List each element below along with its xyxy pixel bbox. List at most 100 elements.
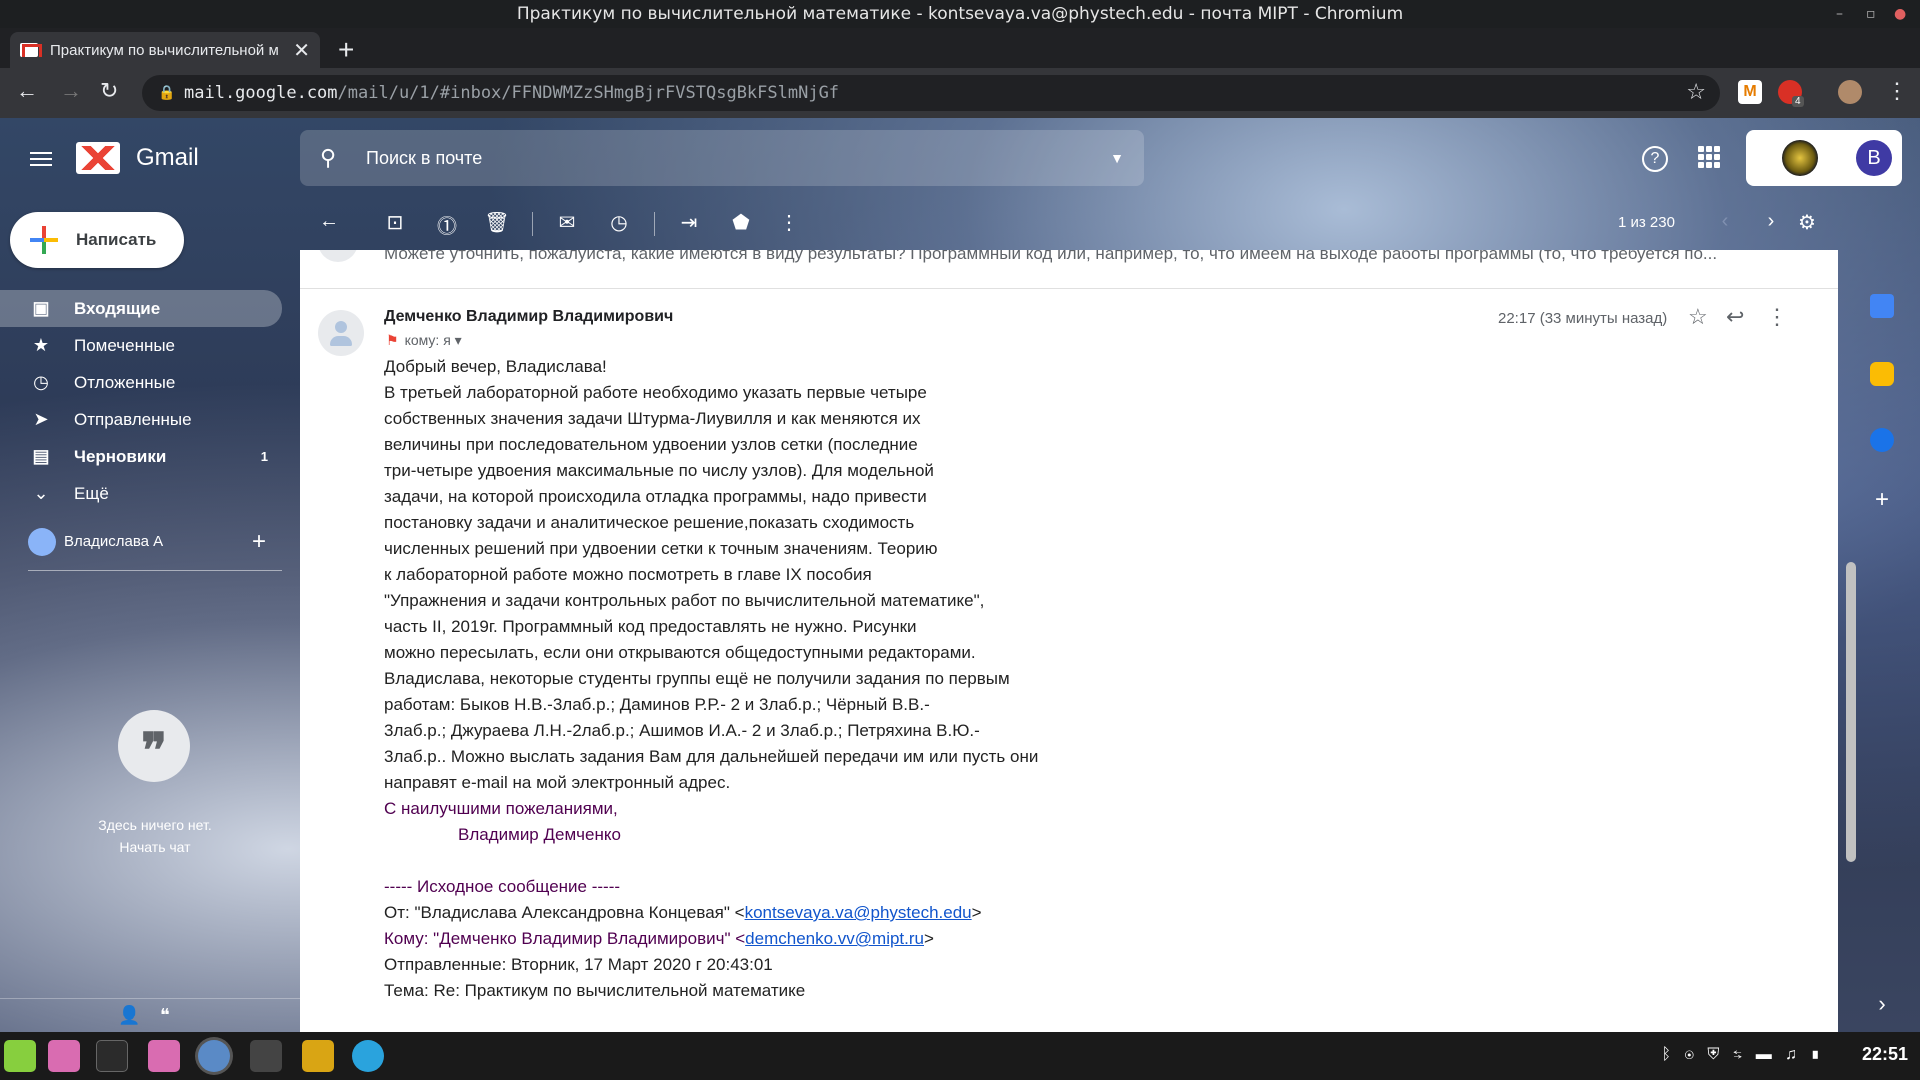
sidebar-item-starred[interactable]: ★ Помеченные bbox=[0, 327, 282, 364]
label-icon[interactable]: ⬟ bbox=[728, 210, 754, 235]
google-apps-icon[interactable] bbox=[1698, 146, 1720, 168]
discord-icon[interactable]: ◉ bbox=[1684, 1046, 1694, 1063]
gmail-wordmark[interactable]: Gmail bbox=[136, 144, 199, 172]
move-to-icon[interactable]: ⇥ bbox=[676, 210, 702, 235]
sidebar-item-sent[interactable]: ➤ Отправленные bbox=[0, 401, 282, 438]
settings-gear-icon[interactable]: ⚙ bbox=[1794, 210, 1820, 235]
body-line: постановку задачи и аналитическое решени… bbox=[384, 513, 915, 532]
drafts-count: 1 bbox=[260, 449, 268, 464]
main-menu-icon[interactable] bbox=[30, 148, 52, 170]
reply-icon[interactable]: ↩ bbox=[1726, 304, 1744, 330]
keep-icon[interactable] bbox=[1870, 362, 1894, 386]
chevron-down-icon[interactable]: ▾ bbox=[455, 332, 462, 348]
compose-button[interactable]: Написать bbox=[10, 212, 184, 268]
add-addon-icon[interactable]: + bbox=[1870, 488, 1894, 512]
recipient-line[interactable]: ⚑ кому: я ▾ bbox=[386, 332, 462, 349]
url-path: /mail/u/1/#inbox/FFNDWMZzSHmgBjrFVSTQsgB… bbox=[337, 83, 840, 103]
sidebar-item-label: Черновики bbox=[74, 447, 167, 466]
telegram-icon[interactable] bbox=[352, 1040, 384, 1072]
sidebar-item-snoozed[interactable]: ◷ Отложенные bbox=[0, 364, 282, 401]
account-avatar[interactable]: В bbox=[1856, 140, 1892, 176]
calendar-icon[interactable] bbox=[1870, 294, 1894, 318]
from-email-link[interactable]: kontsevaya.va@phystech.edu bbox=[745, 903, 972, 922]
extension-m-icon[interactable]: M bbox=[1738, 80, 1762, 104]
calculator-icon[interactable] bbox=[250, 1040, 282, 1072]
archive-icon[interactable]: ⊡ bbox=[382, 210, 408, 235]
more-actions-icon[interactable]: ⋮ bbox=[776, 210, 802, 235]
mint-menu-icon[interactable] bbox=[4, 1040, 36, 1072]
battery-icon[interactable]: ▮ bbox=[1810, 1046, 1820, 1063]
sidebar-item-drafts[interactable]: ▤ Черновики 1 bbox=[0, 438, 282, 475]
prev-message-icon[interactable]: ‹ bbox=[1712, 210, 1738, 233]
sender-name[interactable]: Демченко Владимир Владимирович bbox=[384, 308, 673, 326]
sidebar-item-label: Помеченные bbox=[74, 336, 176, 355]
body-line: Владислава, некоторые студенты группы ещ… bbox=[384, 669, 1010, 688]
gmail-logo-icon[interactable] bbox=[76, 142, 120, 174]
star-icon[interactable]: ☆ bbox=[1688, 304, 1708, 330]
address-bar[interactable]: 🔒 mail.google.com/mail/u/1/#inbox/FFNDWM… bbox=[142, 75, 1720, 111]
add-chat-icon[interactable]: + bbox=[252, 528, 266, 556]
network-icon[interactable]: ⇆ bbox=[1733, 1046, 1743, 1063]
browser-tab[interactable]: Практикум по вычислительной м ✕ bbox=[10, 32, 320, 68]
search-icon[interactable]: ⚲ bbox=[320, 130, 336, 186]
chromium-icon[interactable] bbox=[198, 1040, 230, 1072]
maximize-icon[interactable]: ▫ bbox=[1866, 0, 1876, 28]
sidebar-item-label: Отправленные bbox=[74, 410, 192, 429]
terminal-icon[interactable] bbox=[96, 1040, 128, 1072]
forward-icon[interactable]: → bbox=[60, 78, 82, 104]
next-message-icon[interactable]: › bbox=[1758, 210, 1784, 233]
hangouts-user[interactable]: Владислава А bbox=[28, 528, 163, 556]
sublime-icon[interactable] bbox=[302, 1040, 334, 1072]
folder-icon[interactable] bbox=[148, 1040, 180, 1072]
gmail-app: Gmail ⚲ Поиск в почте ▼ ? В Написать ▣ В… bbox=[0, 118, 1920, 1032]
message-card: Можете уточнить, пожалуйста, какие имеют… bbox=[300, 250, 1838, 1032]
back-to-inbox-icon[interactable]: ← bbox=[316, 210, 342, 233]
bookmark-star-icon[interactable]: ☆ bbox=[1686, 75, 1706, 111]
report-spam-icon[interactable]: ⓵ bbox=[434, 210, 460, 239]
organization-logo-icon[interactable] bbox=[1782, 140, 1818, 176]
tab-close-icon[interactable]: ✕ bbox=[293, 38, 310, 63]
snooze-icon[interactable]: ◷ bbox=[606, 210, 632, 235]
start-chat-link[interactable]: Начать чат bbox=[60, 836, 250, 858]
body-line: направят e-mail на мой электронный адрес… bbox=[384, 773, 731, 792]
contacts-icon[interactable]: 👤 bbox=[118, 1005, 140, 1026]
help-icon[interactable]: ? bbox=[1642, 146, 1668, 172]
volume-icon[interactable]: ♫ bbox=[1785, 1046, 1797, 1063]
shield-icon[interactable]: ⛨ bbox=[1707, 1046, 1719, 1063]
profile-avatar-icon[interactable] bbox=[1838, 80, 1862, 104]
to-email-link[interactable]: demchenko.vv@mipt.ru bbox=[745, 929, 924, 948]
divider bbox=[654, 212, 655, 236]
window-title: Практикум по вычислительной математике -… bbox=[516, 4, 1404, 24]
minimize-icon[interactable]: – bbox=[1836, 0, 1843, 28]
sidebar-item-inbox[interactable]: ▣ Входящие bbox=[0, 290, 282, 327]
new-tab-icon[interactable]: + bbox=[338, 36, 354, 64]
tasks-icon[interactable] bbox=[1870, 428, 1894, 452]
extension-badge: 4 bbox=[1792, 96, 1804, 107]
bluetooth-icon[interactable]: ᛒ bbox=[1661, 1046, 1671, 1063]
important-marker-icon[interactable]: ⚑ bbox=[386, 332, 399, 348]
body-line: к лабораторной работе можно посмотреть в… bbox=[384, 565, 872, 584]
keyboard-layout-icon[interactable]: ▬ bbox=[1756, 1046, 1772, 1063]
original-subject-line: Тема: Re: Практикум по вычислительной ма… bbox=[384, 981, 806, 1000]
mark-unread-icon[interactable]: ✉ bbox=[554, 210, 580, 235]
expand-panel-icon[interactable]: › bbox=[1870, 992, 1894, 1016]
sidebar-item-more[interactable]: ⌄ Ещё bbox=[0, 475, 282, 512]
search-options-icon[interactable]: ▼ bbox=[1110, 130, 1124, 186]
gmail-favicon-icon bbox=[20, 43, 38, 57]
window-title-bar: Практикум по вычислительной математике -… bbox=[0, 0, 1920, 28]
action-bar: ← ⊡ ⓵ 🗑 ✉ ◷ ⇥ ⬟ ⋮ 1 из 230 ‹ › ⚙ bbox=[300, 198, 1838, 250]
signature-name: Владимир Демченко bbox=[458, 825, 621, 844]
hangouts-icon[interactable]: ❝ bbox=[160, 1005, 170, 1026]
delete-icon[interactable]: 🗑 bbox=[484, 210, 510, 235]
search-input[interactable]: ⚲ Поиск в почте ▼ bbox=[300, 130, 1144, 186]
divider bbox=[300, 288, 1838, 289]
back-icon[interactable]: ← bbox=[16, 78, 38, 104]
body-line: численных решений при удвоении сетки к т… bbox=[384, 539, 938, 558]
close-window-icon[interactable]: ● bbox=[1894, 0, 1906, 28]
reload-icon[interactable]: ↻ bbox=[100, 78, 118, 104]
previous-message-snippet[interactable]: Можете уточнить, пожалуйста, какие имеют… bbox=[384, 250, 1824, 264]
more-options-icon[interactable]: ⋮ bbox=[1766, 304, 1788, 330]
browser-menu-icon[interactable]: ⋮ bbox=[1886, 78, 1908, 104]
files-icon[interactable] bbox=[48, 1040, 80, 1072]
user-avatar-icon bbox=[28, 528, 56, 556]
